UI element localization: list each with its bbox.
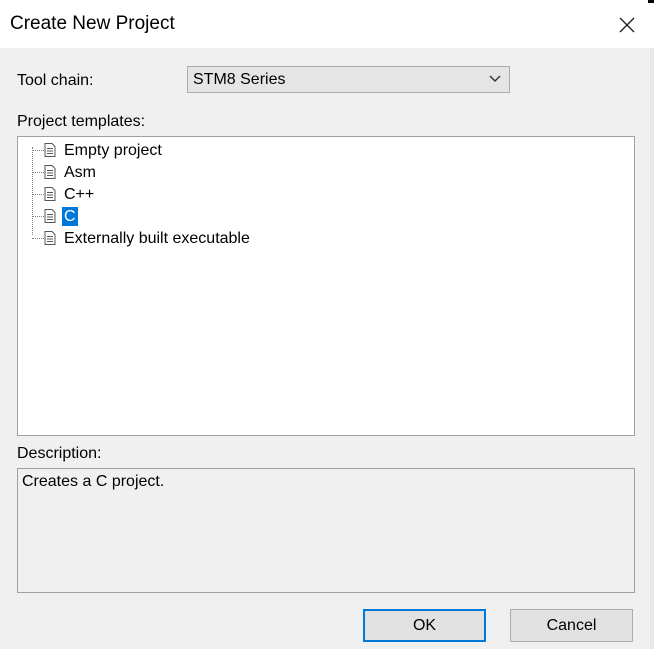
description-label: Description:	[17, 445, 102, 462]
description-box: Creates a C project.	[17, 468, 635, 593]
tree-item-empty-project[interactable]: Empty project	[18, 140, 418, 160]
document-icon	[44, 209, 56, 223]
tree-item-label: Externally built executable	[64, 230, 250, 247]
templates-label: Project templates:	[17, 113, 146, 130]
document-icon	[44, 187, 56, 201]
window-edge	[648, 0, 654, 3]
document-icon	[44, 165, 56, 179]
tree-item-externally-built-executable[interactable]: Externally built executable	[18, 228, 418, 248]
toolchain-select[interactable]: STM8 Series	[187, 66, 510, 93]
templates-tree[interactable]: Empty project Asm C++ C Externally built	[17, 136, 635, 436]
tree-item-cpp[interactable]: C++	[18, 184, 418, 204]
tree-item-label-selected: C	[62, 207, 78, 226]
cancel-button[interactable]: Cancel	[510, 609, 633, 642]
window-title: Create New Project	[10, 13, 175, 34]
title-bar: Create New Project	[0, 0, 654, 48]
close-icon[interactable]	[612, 10, 642, 40]
chevron-down-icon	[489, 75, 501, 82]
toolchain-label: Tool chain:	[17, 72, 94, 89]
tree-item-label: Empty project	[64, 142, 162, 159]
document-icon	[44, 231, 56, 245]
window-edge-right	[650, 48, 654, 649]
description-text: Creates a C project.	[22, 473, 165, 490]
ok-button[interactable]: OK	[363, 609, 486, 642]
toolchain-selected-value: STM8 Series	[193, 71, 286, 88]
tree-item-label: C++	[64, 186, 95, 203]
tree-item-c[interactable]: C	[18, 206, 418, 226]
tree-item-asm[interactable]: Asm	[18, 162, 418, 182]
document-icon	[44, 143, 56, 157]
tree-item-label: Asm	[64, 164, 96, 181]
